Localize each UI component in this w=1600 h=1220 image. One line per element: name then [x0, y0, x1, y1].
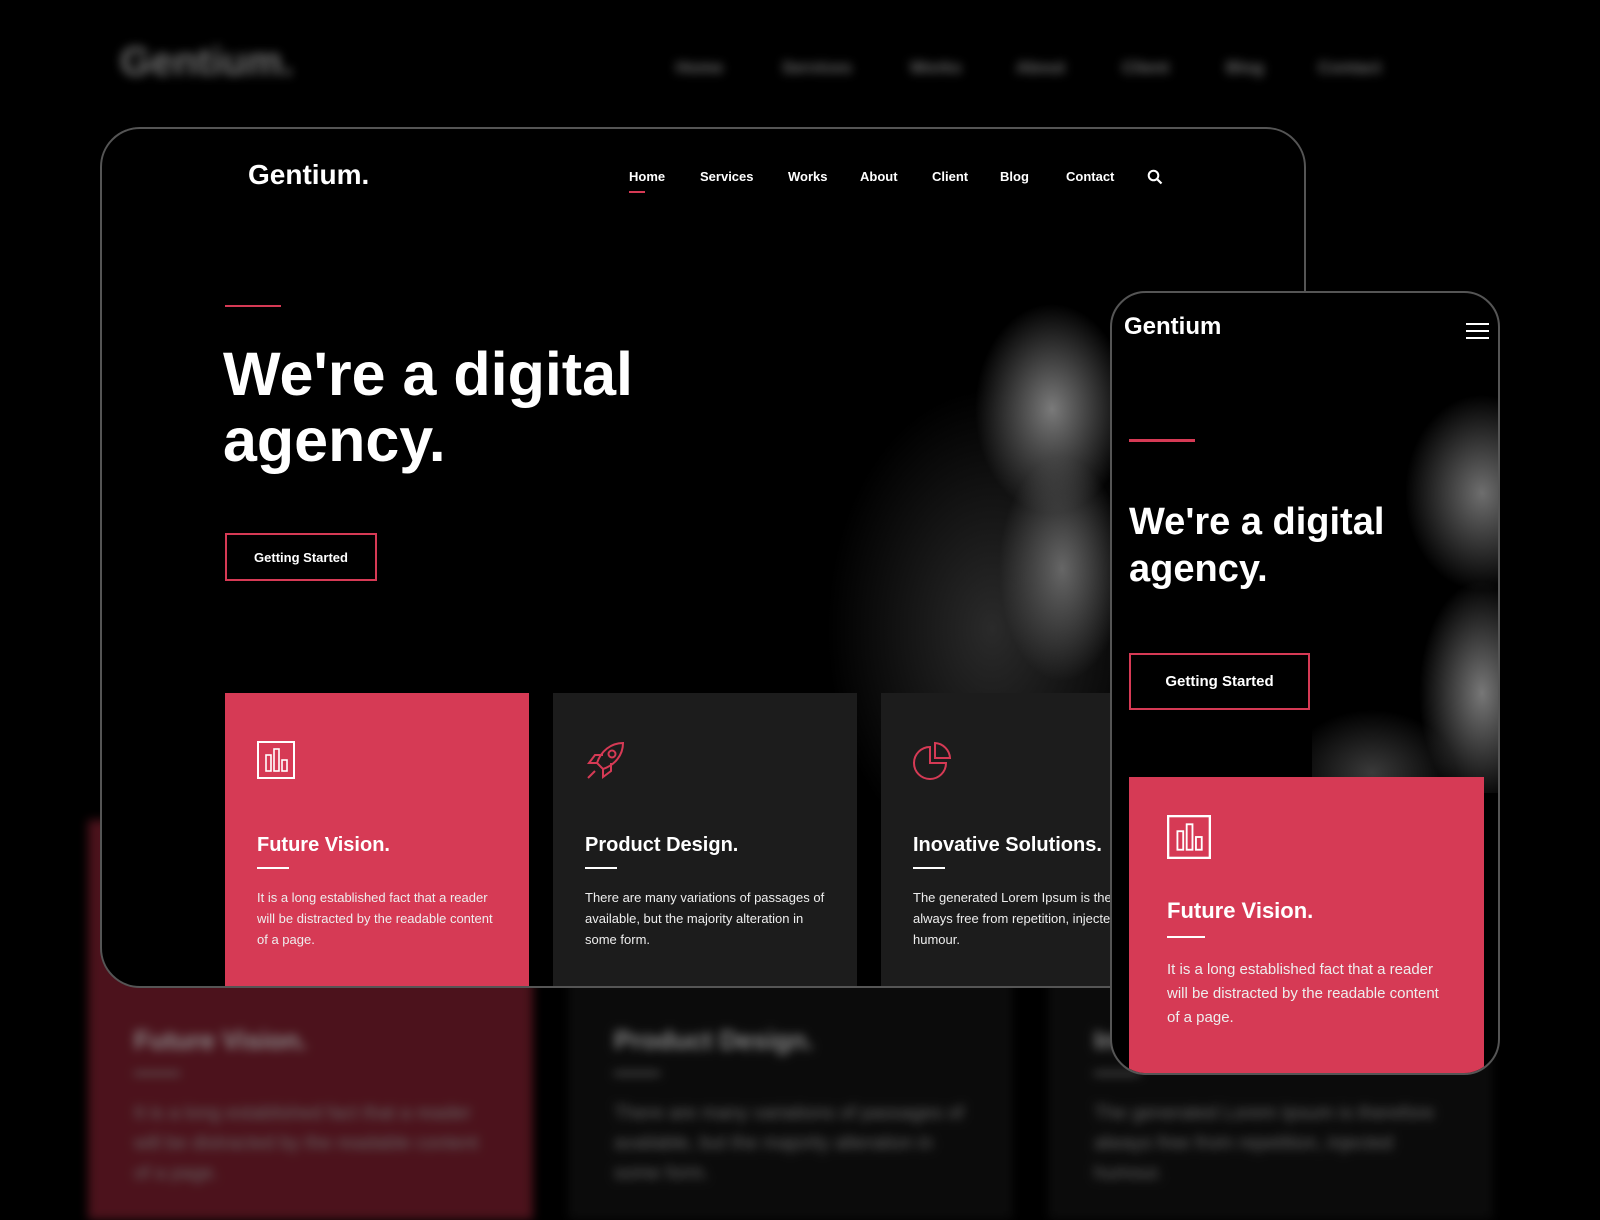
card-product-design: Product Design. There are many variation…: [553, 693, 857, 986]
nav-works[interactable]: Works: [788, 169, 828, 184]
nav-active-underline: [629, 191, 645, 193]
bg-nav-home: Home: [676, 58, 724, 77]
nav-client[interactable]: Client: [932, 169, 968, 184]
card-text: It is a long established fact that a rea…: [1167, 961, 1439, 1026]
card-title: Future Vision.: [1167, 898, 1314, 923]
mobile-card-future-vision: Future Vision. It is a long established …: [1129, 777, 1484, 1073]
mobile-hero-headline: We're a digital agency.: [1129, 501, 1385, 590]
bg-logo: Gentium.: [120, 40, 294, 84]
hamburger-icon[interactable]: [1466, 323, 1489, 344]
bar-chart-icon: [1167, 815, 1211, 859]
nav-blog[interactable]: Blog: [1000, 169, 1029, 184]
card-future-vision: Future Vision. It is a long established …: [225, 693, 529, 986]
card-text: There are many variations of passages of…: [585, 890, 825, 947]
nav-services[interactable]: Services: [700, 169, 754, 184]
nav-contact[interactable]: Contact: [1066, 169, 1114, 184]
nav-home[interactable]: Home: [629, 169, 665, 184]
hero-headline: We're a digital agency.: [223, 340, 633, 474]
card-title: Product Design.: [585, 834, 739, 856]
mobile-mockup: Gentium We're a digital agency. Getting S…: [1110, 291, 1500, 1075]
hero-accent-line: [225, 305, 281, 307]
bg-nav-services: Services: [782, 58, 852, 77]
bg-nav-client: Client: [1122, 58, 1170, 77]
search-icon[interactable]: [1147, 169, 1163, 185]
hero-accent-line: [1129, 439, 1195, 442]
rocket-icon: [587, 741, 625, 779]
mobile-logo[interactable]: Gentium: [1124, 313, 1221, 341]
card-text: It is a long established fact that a rea…: [257, 890, 493, 947]
bg-nav-contact: Contact: [1318, 58, 1382, 77]
bg-nav-blog: Blog: [1226, 58, 1264, 77]
nav-about[interactable]: About: [860, 169, 898, 184]
bg-nav-about: About: [1016, 58, 1066, 77]
mobile-getting-started-button[interactable]: Getting Started: [1129, 653, 1310, 710]
bar-chart-icon: [257, 741, 295, 779]
getting-started-button[interactable]: Getting Started: [225, 533, 377, 581]
card-title: Future Vision.: [257, 834, 390, 856]
bg-nav-works: Works: [910, 58, 962, 77]
pie-chart-icon: [913, 741, 952, 780]
logo[interactable]: Gentium.: [248, 159, 369, 191]
